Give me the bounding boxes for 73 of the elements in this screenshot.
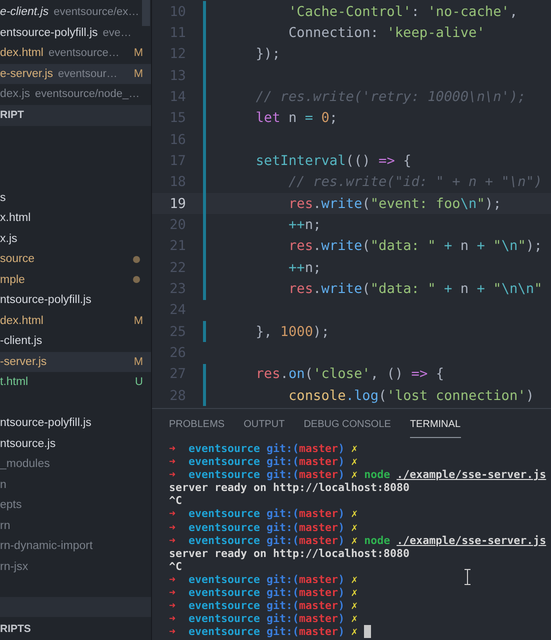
- section-header[interactable]: RIPTS: [0, 617, 151, 640]
- git-status-label: M: [134, 47, 143, 60]
- terminal-line: ➜ eventsource git:(master) ✗: [169, 586, 358, 600]
- section-header[interactable]: RIPT: [0, 104, 151, 126]
- tree-item[interactable]: epts: [0, 495, 151, 516]
- file-path: eventsource/node_…: [35, 88, 140, 100]
- code-line: setInterval(() => {: [254, 152, 412, 169]
- terminal-line: ^C: [169, 494, 182, 508]
- terminal-line: server ready on http://localhost:8080: [169, 481, 410, 494]
- git-status-label: U: [135, 376, 143, 388]
- tree-item[interactable]: source: [0, 249, 151, 270]
- code-line: res.on('close', () => {: [254, 366, 444, 382]
- terminal-line: ➜ eventsource git:(master) ✗: [169, 507, 358, 521]
- tree-item[interactable]: mple: [0, 270, 151, 290]
- tree-item[interactable]: x.js: [0, 228, 151, 249]
- tree-item[interactable]: dex.html M: [0, 310, 151, 331]
- git-status-label: M: [134, 356, 143, 368]
- code-line: ++n;: [287, 216, 322, 233]
- terminal-line: ➜ eventsource git:(master) ✗: [169, 455, 358, 468]
- code-line: Connection: 'keep-alive': [287, 24, 485, 41]
- tree-item[interactable]: ntsource-polyfill.js: [0, 413, 151, 434]
- tree-item[interactable]: s: [0, 188, 151, 208]
- tree-item[interactable]: -server.js M: [0, 352, 151, 372]
- file-path: eventsour…: [58, 68, 118, 80]
- tree-item[interactable]: t.html U: [0, 372, 151, 392]
- git-status-label: M: [134, 314, 143, 327]
- terminal-line: ➜ eventsource git:(master) ✗ node ./example/sse-server.js: [169, 534, 546, 547]
- tree-item[interactable]: n: [0, 474, 151, 495]
- tree-item[interactable]: rn-dynamic-import: [0, 536, 151, 556]
- terminal-line: ➜ eventsource git:(master) ✗: [169, 520, 358, 534]
- tree-item[interactable]: x.html: [0, 208, 151, 228]
- open-editor-item[interactable]: e-client.js eventsource/ex…: [0, 2, 151, 22]
- open-editor-item[interactable]: dex.js eventsource/node_…: [0, 84, 151, 104]
- code-line: });: [254, 46, 280, 62]
- text-select-cursor-icon: [464, 569, 471, 585]
- tree-item[interactable]: rn: [0, 516, 151, 536]
- code-line: 'Cache-Control': 'no-cache',: [287, 4, 518, 20]
- tree-item[interactable]: -client.js: [0, 331, 151, 352]
- panel-tab[interactable]: DEBUG CONSOLE: [304, 409, 391, 438]
- panel-tab[interactable]: TERMINAL: [410, 409, 460, 438]
- file-path: eventsource…: [48, 47, 120, 60]
- terminal-line: ➜ eventsource git:(master) ✗: [169, 612, 358, 626]
- code-line: res.write("data: " + n + "\n\n": [287, 280, 542, 297]
- tree-item[interactable]: ntsource-polyfill.js: [0, 290, 151, 310]
- terminal-line: ➜ eventsource git:(master) ✗: [169, 572, 358, 586]
- code-line: console.log('lost connection'): [287, 388, 534, 404]
- open-editor-item[interactable]: dex.html eventsource… M: [0, 43, 151, 64]
- code-line: // res.write('retry: 10000\n\n');: [254, 88, 526, 105]
- terminal-line: server ready on http://localhost:8080: [169, 546, 410, 560]
- file-path: eve…: [102, 26, 132, 39]
- terminal-line: ➜ eventsource git:(master) ✗: [169, 442, 358, 456]
- open-editor-item[interactable]: e-server.js eventsour… M: [0, 64, 151, 84]
- file-path: eventsource/ex…: [54, 6, 140, 18]
- terminal-line: ➜ eventsource git:(master) ✗ node ./example/sse-server.js: [169, 468, 546, 482]
- scrollbar[interactable]: [142, 0, 150, 26]
- git-status-label: M: [134, 68, 143, 80]
- code-line: }, 1000);: [254, 324, 330, 340]
- panel-tab[interactable]: PROBLEMS: [169, 409, 225, 438]
- tree-item[interactable]: ntsource.js: [0, 434, 151, 454]
- panel-tab[interactable]: OUTPUT: [244, 409, 285, 438]
- code-line: let n = 0;: [254, 110, 338, 126]
- line-number: 19: [168, 196, 186, 212]
- open-editor-item[interactable]: entsource-polyfill.js eve…: [0, 22, 151, 43]
- code-line: res.write("data: " + n + "\n");: [287, 238, 542, 254]
- tree-item[interactable]: rn-jsx: [0, 556, 151, 577]
- tree-item[interactable]: _modules: [0, 454, 151, 474]
- terminal-line: ➜ eventsource git:(master) ✗: [169, 599, 358, 612]
- code-line: // res.write("id: " + n + "\n"): [287, 174, 542, 190]
- section-header-bar[interactable]: [0, 597, 151, 617]
- code-line: res.write("event: foo\n");: [287, 196, 502, 212]
- code-line: ++n;: [287, 260, 322, 276]
- terminal-line: ^C: [169, 560, 182, 573]
- terminal-line: ➜ eventsource git:(master) ✗: [169, 625, 358, 638]
